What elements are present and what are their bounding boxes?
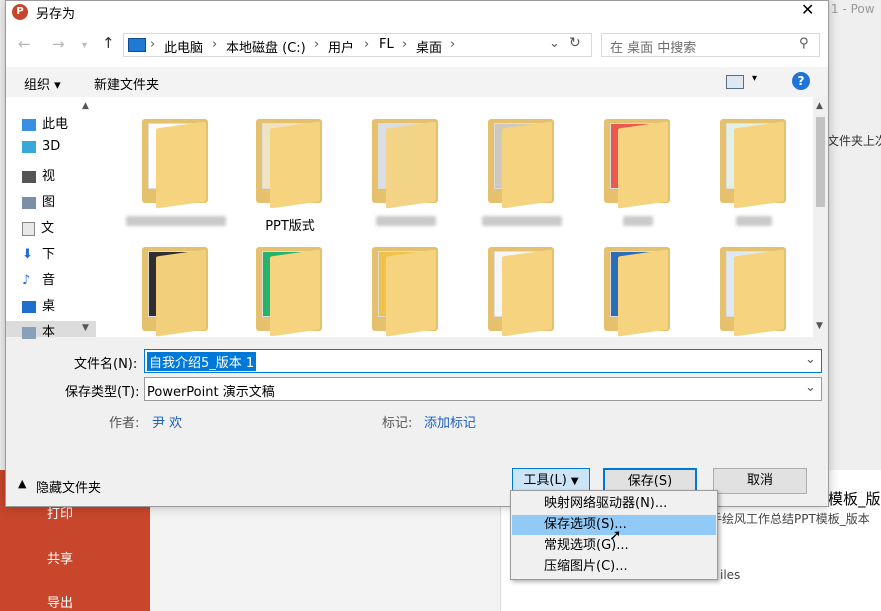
forward-icon[interactable]: → xyxy=(52,35,65,53)
download-icon: ⬇ xyxy=(22,246,33,262)
breadcrumb-users[interactable]: 用户 xyxy=(328,37,354,56)
app-title-fragment: 1 - Pow xyxy=(831,2,875,16)
organize-button[interactable]: 组织 ▾ xyxy=(24,74,61,93)
scroll-down-icon[interactable]: ▼ xyxy=(816,321,823,331)
panel-files: iles xyxy=(720,568,741,582)
nav-item-pictures[interactable]: 图 xyxy=(22,191,55,210)
folder-item[interactable] xyxy=(142,247,210,337)
breadcrumb-fl[interactable]: FL xyxy=(379,37,394,52)
breadcrumb-desktop[interactable]: 桌面 xyxy=(416,37,442,56)
title-bar: P 另存为 ✕ xyxy=(6,0,828,23)
folder-item[interactable] xyxy=(256,119,324,209)
refresh-icon[interactable]: ↻ xyxy=(569,35,581,51)
mouse-cursor-icon: ➚ xyxy=(609,526,622,544)
nav-item-music[interactable]: ♪ 音 xyxy=(22,269,55,288)
nav-item-3d[interactable]: 3D xyxy=(22,139,60,154)
sidebar-item-share[interactable]: 共享 xyxy=(0,548,120,567)
panel-heading: 模板_版本 xyxy=(828,490,881,508)
search-input[interactable]: 在 桌面 中搜索 xyxy=(610,37,696,56)
cube-icon xyxy=(22,140,36,153)
cancel-button[interactable]: 取消 xyxy=(713,468,807,494)
save-as-dialog: P 另存为 ✕ ← → ▾ ↑ › 此电脑 › 本地磁盘 (C:) › 用户 ›… xyxy=(5,0,829,507)
recent-dropdown-icon[interactable]: ▾ xyxy=(82,40,87,51)
hide-folders-button[interactable]: 隐藏文件夹 xyxy=(36,477,101,496)
chevron-down-icon[interactable]: ⌄ xyxy=(805,380,816,395)
tags-input[interactable]: 添加标记 xyxy=(424,412,476,431)
computer-icon xyxy=(128,38,146,52)
save-type-value: PowerPoint 演示文稿 xyxy=(147,385,275,400)
menu-item-map-network-drive[interactable]: 映射网络驱动器(N)... xyxy=(512,494,716,514)
file-list-scrollbar[interactable]: ▲ ▼ xyxy=(813,97,828,337)
folder-label xyxy=(116,215,236,230)
folder-item[interactable] xyxy=(372,247,440,337)
picture-icon xyxy=(22,196,36,209)
tags-label: 标记: xyxy=(382,416,413,431)
author-value[interactable]: 尹 欢 xyxy=(152,412,182,431)
folder-label: PPT版式 xyxy=(265,219,315,234)
video-icon xyxy=(22,170,36,183)
help-icon[interactable]: ? xyxy=(792,72,810,90)
sidebar-item-export[interactable]: 导出 xyxy=(0,592,120,611)
folder-label xyxy=(694,215,814,230)
folder-item[interactable] xyxy=(142,119,210,209)
nav-item-videos[interactable]: 视 xyxy=(22,165,55,184)
drive-icon xyxy=(22,326,36,339)
navigation-pane: 此电 3D 视 图 文 ⬇ 下 ♪ 音 桌 本 ▲ ▼ xyxy=(6,97,96,340)
powerpoint-icon: P xyxy=(12,4,28,20)
panel-sub: 手绘风工作总结PPT模板_版本 xyxy=(710,512,870,526)
file-name-label: 文件名(N): xyxy=(74,357,138,372)
document-icon xyxy=(22,221,35,236)
file-list-pane: PPT版式 xyxy=(96,97,828,337)
folder-item[interactable] xyxy=(372,119,440,209)
view-dropdown-icon[interactable]: ▾ xyxy=(752,73,757,84)
computer-icon xyxy=(22,118,36,131)
scroll-down-icon[interactable]: ▼ xyxy=(82,323,89,333)
nav-item-desktop[interactable]: 桌 xyxy=(22,295,55,314)
back-icon[interactable]: ← xyxy=(18,35,31,53)
folder-item[interactable] xyxy=(604,247,672,337)
dialog-title: 另存为 xyxy=(36,7,76,22)
up-icon[interactable]: ↑ xyxy=(102,34,115,52)
close-icon[interactable]: ✕ xyxy=(801,0,814,19)
music-icon: ♪ xyxy=(22,272,31,288)
toolbar: 组织 ▾ 新建文件夹 ▾ ? xyxy=(6,67,828,97)
menu-item-compress-pictures[interactable]: 压缩图片(C)... xyxy=(512,557,716,577)
chevron-down-icon[interactable]: ⌄ xyxy=(805,352,816,367)
address-bar[interactable]: › 此电脑 › 本地磁盘 (C:) › 用户 › FL › 桌面 › ⌄ ↻ xyxy=(123,33,592,57)
scroll-up-icon[interactable]: ▲ xyxy=(82,101,89,111)
folder-item[interactable] xyxy=(720,247,788,337)
scroll-up-icon[interactable]: ▲ xyxy=(816,101,823,111)
file-name-field[interactable]: 自我介绍5_版本 1 ⌄ xyxy=(144,349,822,373)
save-type-label: 保存类型(T): xyxy=(65,385,140,400)
author-label: 作者: xyxy=(109,416,140,431)
address-dropdown-icon[interactable]: ⌄ xyxy=(549,36,560,51)
search-icon[interactable]: ⚲ xyxy=(799,36,809,51)
folder-label xyxy=(346,215,466,230)
folder-item[interactable] xyxy=(604,119,672,209)
file-name-input[interactable]: 自我介绍5_版本 1 xyxy=(147,352,257,371)
folder-label xyxy=(578,215,698,230)
nav-item-downloads[interactable]: ⬇ 下 xyxy=(22,243,55,262)
scroll-thumb[interactable] xyxy=(816,117,825,207)
save-type-select[interactable]: PowerPoint 演示文稿 ⌄ xyxy=(144,377,822,401)
folder-item[interactable] xyxy=(720,119,788,209)
breadcrumb-local-disk[interactable]: 本地磁盘 (C:) xyxy=(226,37,306,56)
nav-item-this-pc[interactable]: 此电 xyxy=(22,113,68,132)
search-box[interactable]: 在 桌面 中搜索 ⚲ xyxy=(601,33,820,57)
folder-item[interactable] xyxy=(488,247,556,337)
folder-item[interactable] xyxy=(256,247,324,337)
app-text-fragment: 文件夹上次 xyxy=(827,134,881,148)
breadcrumb-this-pc[interactable]: 此电脑 xyxy=(164,37,203,56)
desktop-icon xyxy=(22,300,36,313)
chevron-down-icon: ▼ xyxy=(570,476,579,487)
chevron-up-icon[interactable]: ▲ xyxy=(18,477,26,490)
view-icon[interactable] xyxy=(726,75,744,89)
folder-label xyxy=(462,215,582,230)
nav-item-documents[interactable]: 文 xyxy=(22,217,54,236)
new-folder-button[interactable]: 新建文件夹 xyxy=(94,74,159,93)
folder-item[interactable] xyxy=(488,119,556,209)
